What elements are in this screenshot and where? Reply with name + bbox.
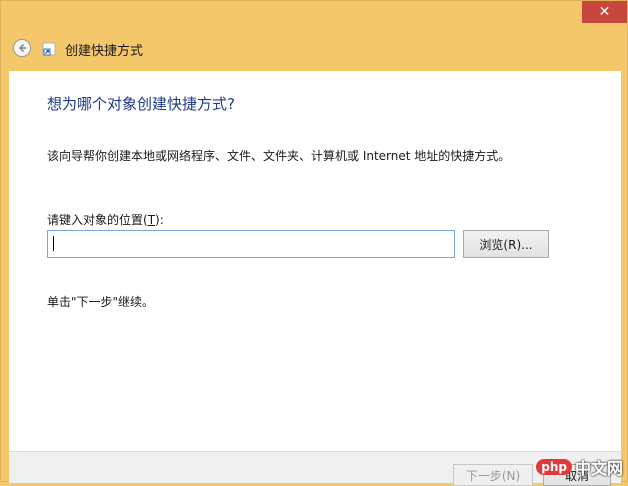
watermark-text: 中文网 <box>574 459 623 478</box>
location-label-prefix: 请键入对象的位置( <box>47 213 148 227</box>
browse-button[interactable]: 浏览(R)... <box>463 230 549 258</box>
continue-hint: 单击"下一步"继续。 <box>47 295 155 309</box>
text-caret <box>53 236 54 251</box>
wizard-description: 该向导帮你创建本地或网络程序、文件、文件夹、计算机或 Internet 地址的快… <box>47 149 511 163</box>
page-heading: 想为哪个对象创建快捷方式? <box>47 95 235 113</box>
location-input[interactable] <box>47 230 455 258</box>
close-button[interactable]: ✕ <box>582 1 627 23</box>
dialog-window: ✕ 创建快捷方式 想为哪个对象创建快捷方式? 该向导帮你创建本地或网络程序、文件… <box>0 0 628 486</box>
back-button[interactable] <box>13 39 31 57</box>
watermark: php 中文网 <box>536 455 623 479</box>
location-label: 请键入对象的位置(T): <box>47 211 164 228</box>
title-bar: 创建快捷方式 <box>1 23 628 71</box>
window-title: 创建快捷方式 <box>65 44 144 59</box>
wizard-content: 想为哪个对象创建快捷方式? 该向导帮你创建本地或网络程序、文件、文件夹、计算机或… <box>9 71 621 451</box>
next-button[interactable]: 下一步(N) <box>453 464 533 486</box>
button-bar: 下一步(N) 取消 <box>9 451 621 486</box>
location-label-mnemonic: T <box>147 213 156 227</box>
shortcut-icon <box>42 42 56 56</box>
location-label-suffix: ): <box>155 213 164 227</box>
back-arrow-icon <box>18 43 26 53</box>
close-icon: ✕ <box>598 4 611 20</box>
watermark-badge: php <box>536 459 572 475</box>
